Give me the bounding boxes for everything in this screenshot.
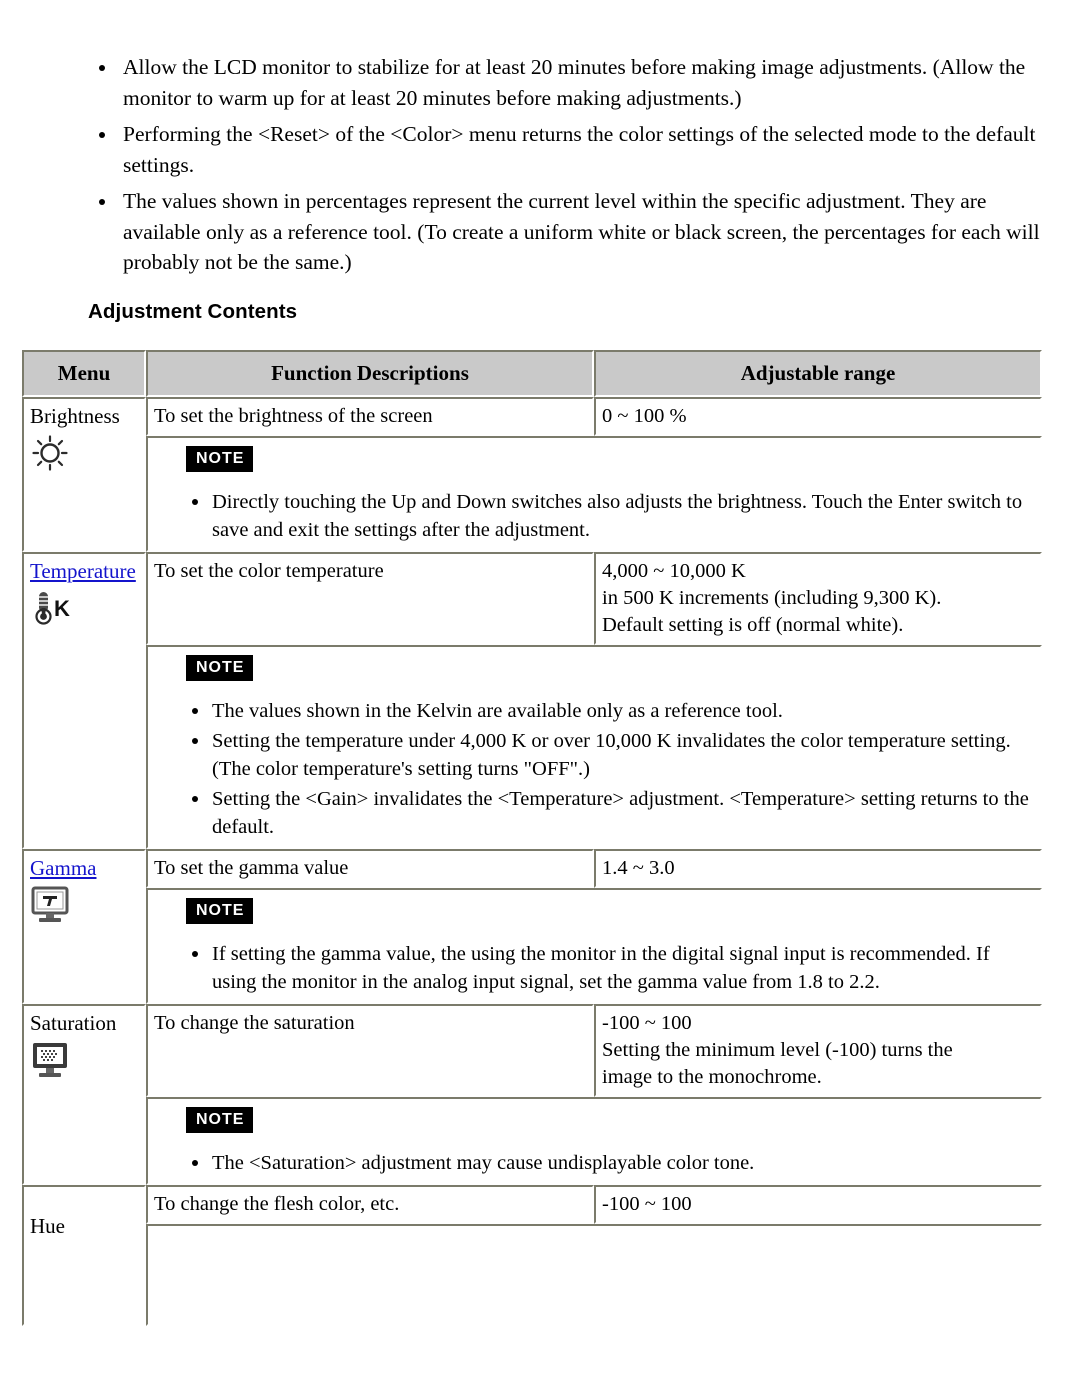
monitor-saturation-icon bbox=[30, 1040, 138, 1080]
range-cell: -100 ~ 100 Setting the minimum level (-1… bbox=[594, 1003, 1042, 1097]
column-header-menu: Menu bbox=[22, 349, 146, 397]
note-bullet: Setting the <Gain> invalidates the <Temp… bbox=[190, 785, 1034, 841]
table-note-row bbox=[22, 1223, 1042, 1326]
svg-text:K: K bbox=[54, 596, 70, 621]
menu-link-gamma[interactable]: Gamma bbox=[30, 855, 138, 881]
menu-cell-gamma: Gamma bbox=[22, 848, 146, 1004]
range-text: -100 ~ 100 Setting the minimum level (-1… bbox=[602, 1011, 953, 1088]
table-row: Brightness To set the brightness of the … bbox=[22, 396, 1042, 552]
intro-bullet: Performing the <Reset> of the <Color> me… bbox=[96, 119, 1040, 180]
note-cell-hue bbox=[146, 1223, 1042, 1326]
intro-bullet: The values shown in percentages represen… bbox=[96, 186, 1040, 278]
table-row: Temperature K To set the color temperatu… bbox=[22, 551, 1042, 849]
description-cell: To change the saturation bbox=[146, 1003, 594, 1097]
intro-bullet: Allow the LCD monitor to stabilize for a… bbox=[96, 52, 1040, 113]
table-note-row: NOTE The <Saturation> adjustment may cau… bbox=[22, 1096, 1042, 1185]
menu-cell-brightness: Brightness bbox=[22, 396, 146, 552]
range-text: 0 ~ 100 % bbox=[602, 404, 687, 427]
document-page: Allow the LCD monitor to stabilize for a… bbox=[0, 0, 1080, 1397]
table-header-row: Menu Function Descriptions Adjustable ra… bbox=[22, 349, 1042, 397]
description-cell: To set the brightness of the screen bbox=[146, 396, 594, 436]
note-cell-saturation: NOTE The <Saturation> adjustment may cau… bbox=[146, 1096, 1042, 1185]
range-cell: -100 ~ 100 bbox=[594, 1184, 1042, 1224]
note-bullet-list: If setting the gamma value, the using th… bbox=[154, 940, 1034, 996]
note-badge: NOTE bbox=[186, 445, 254, 472]
menu-cell-hue: Hue bbox=[22, 1184, 146, 1326]
adjustment-contents-table: Menu Function Descriptions Adjustable ra… bbox=[22, 349, 1042, 1326]
table-row: Hue To change the flesh color, etc. -100… bbox=[22, 1184, 1042, 1326]
table-note-row: NOTE If setting the gamma value, the usi… bbox=[22, 887, 1042, 1004]
column-header-function-descriptions: Function Descriptions bbox=[146, 349, 594, 397]
note-bullet: Directly touching the Up and Down switch… bbox=[190, 488, 1034, 544]
description-cell: To set the color temperature bbox=[146, 551, 594, 645]
table-row: Saturation To change the saturation -100… bbox=[22, 1003, 1042, 1185]
menu-cell-temperature: Temperature K bbox=[22, 551, 146, 849]
menu-link-temperature[interactable]: Temperature bbox=[30, 558, 138, 584]
range-text: 1.4 ~ 3.0 bbox=[602, 856, 675, 879]
menu-label: Brightness bbox=[30, 403, 120, 428]
note-bullet-list: The values shown in the Kelvin are avail… bbox=[154, 697, 1034, 841]
range-cell: 0 ~ 100 % bbox=[594, 396, 1042, 436]
menu-label: Saturation bbox=[30, 1010, 117, 1035]
note-bullet: Setting the temperature under 4,000 K or… bbox=[190, 727, 1034, 783]
range-text: 4,000 ~ 10,000 K in 500 K increments (in… bbox=[602, 559, 942, 636]
range-text: -100 ~ 100 bbox=[602, 1192, 692, 1215]
note-cell-gamma: NOTE If setting the gamma value, the usi… bbox=[146, 887, 1042, 1004]
note-badge: NOTE bbox=[186, 1106, 254, 1133]
adjustment-contents-table-wrap: Menu Function Descriptions Adjustable ra… bbox=[22, 349, 1042, 1326]
note-badge: NOTE bbox=[186, 897, 254, 924]
brightness-sun-icon bbox=[30, 433, 138, 473]
menu-cell-saturation: Saturation bbox=[22, 1003, 146, 1185]
column-header-adjustable-range: Adjustable range bbox=[594, 349, 1042, 397]
description-cell: To set the gamma value bbox=[146, 848, 594, 888]
note-bullet-list: The <Saturation> adjustment may cause un… bbox=[154, 1149, 1034, 1177]
range-cell: 1.4 ~ 3.0 bbox=[594, 848, 1042, 888]
table-note-row: NOTE Directly touching the Up and Down s… bbox=[22, 435, 1042, 552]
range-cell: 4,000 ~ 10,000 K in 500 K increments (in… bbox=[594, 551, 1042, 645]
note-bullet: The values shown in the Kelvin are avail… bbox=[190, 697, 1034, 725]
note-bullet: The <Saturation> adjustment may cause un… bbox=[190, 1149, 1034, 1177]
intro-bullet-list: Allow the LCD monitor to stabilize for a… bbox=[0, 0, 1080, 278]
note-badge: NOTE bbox=[186, 654, 254, 681]
note-bullet-list: Directly touching the Up and Down switch… bbox=[154, 488, 1034, 544]
note-cell-temperature: NOTE The values shown in the Kelvin are … bbox=[146, 644, 1042, 849]
page-title: Adjustment Contents bbox=[88, 299, 298, 323]
thermometer-kelvin-icon: K bbox=[30, 588, 138, 628]
monitor-gamma-icon bbox=[30, 885, 138, 925]
note-bullet: If setting the gamma value, the using th… bbox=[190, 940, 1034, 996]
table-row: Gamma To set the gamma value 1.4 ~ 3.0 bbox=[22, 848, 1042, 1004]
menu-label: Hue bbox=[30, 1213, 65, 1238]
description-cell: To change the flesh color, etc. bbox=[146, 1184, 594, 1224]
note-cell-brightness: NOTE Directly touching the Up and Down s… bbox=[146, 435, 1042, 552]
table-note-row: NOTE The values shown in the Kelvin are … bbox=[22, 644, 1042, 849]
